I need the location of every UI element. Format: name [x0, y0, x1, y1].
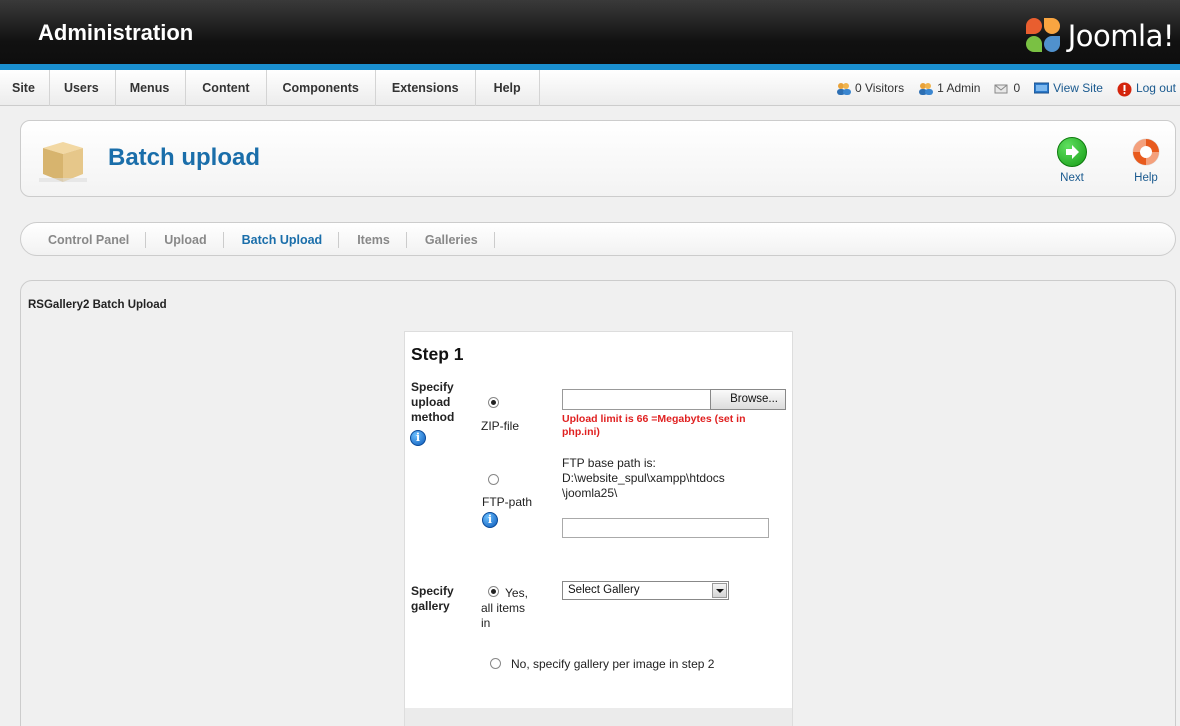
menu-content[interactable]: Content	[186, 70, 267, 106]
tab-control-panel[interactable]: Control Panel	[39, 232, 147, 248]
admins-status: 1 Admin	[918, 81, 980, 95]
messages-count: 0	[1013, 81, 1021, 95]
browse-button[interactable]: Browse...	[710, 389, 786, 410]
next-label: Next	[1060, 172, 1084, 184]
menu-users[interactable]: Users	[50, 70, 116, 106]
joomla-mark-icon	[1024, 16, 1064, 56]
ftp-path-info-icon[interactable]: i	[482, 512, 498, 528]
next-arrow-icon	[1057, 137, 1087, 167]
tab-upload[interactable]: Upload	[155, 232, 224, 248]
toolbar-panel: Batch upload Next Help	[20, 120, 1176, 197]
status-bar: 0 Visitors 1 Admin 0 View Site Log out	[826, 70, 1176, 106]
gallery-yes-label: Yes, all items in	[481, 586, 528, 630]
help-button[interactable]: Help	[1119, 137, 1173, 184]
messages-status[interactable]: 0	[994, 81, 1020, 95]
help-label: Help	[1134, 172, 1158, 184]
view-site-link[interactable]: View Site	[1033, 81, 1103, 95]
menu-extensions[interactable]: Extensions	[376, 70, 476, 106]
gallery-per-image-radio[interactable]	[490, 658, 501, 669]
upload-method-label: Specify upload method	[411, 380, 455, 424]
menu-components[interactable]: Components	[267, 70, 376, 106]
header-title: Administration	[38, 20, 194, 45]
zip-file-label: ZIP-file	[481, 419, 520, 433]
page-title: Batch upload	[108, 144, 261, 171]
tab-items[interactable]: Items	[348, 232, 407, 248]
gallery-per-image-label: No, specify gallery per image in step 2	[511, 657, 715, 671]
monitor-icon	[1033, 82, 1050, 95]
content-heading: RSGallery2 Batch Upload	[28, 299, 167, 311]
subnav-panel: Control Panel Upload Batch Upload Items …	[20, 222, 1176, 256]
zip-file-input[interactable]	[562, 389, 711, 410]
menu-site[interactable]: Site	[0, 70, 50, 106]
step-footer	[405, 708, 792, 726]
main-menu: Site Users Menus Content Components Exte…	[0, 70, 540, 106]
visitors-status: 0 Visitors	[836, 81, 904, 95]
admin-header: Administration Joomla!	[0, 0, 1180, 70]
tab-galleries[interactable]: Galleries	[416, 232, 495, 248]
upload-limit-warning: Upload limit is 66 =Megabytes (set in ph…	[562, 413, 746, 438]
power-icon	[1117, 82, 1132, 96]
menu-bar: Site Users Menus Content Components Exte…	[0, 70, 1180, 106]
users-icon	[836, 82, 851, 95]
subnav-items: Control Panel Upload Batch Upload Items …	[39, 223, 504, 257]
menu-menus[interactable]: Menus	[116, 70, 187, 106]
visitors-count: 0 Visitors	[854, 81, 905, 95]
admins-count: 1 Admin	[937, 81, 981, 95]
menu-help[interactable]: Help	[476, 70, 540, 106]
ftp-path-label: FTP-path	[482, 495, 533, 509]
joomla-logo[interactable]: Joomla!	[1024, 16, 1175, 56]
ftp-path-input[interactable]	[562, 518, 769, 538]
zip-file-radio[interactable]	[488, 397, 499, 408]
message-icon	[994, 82, 1009, 95]
admin-users-icon	[918, 82, 934, 95]
box-icon	[37, 134, 89, 186]
tab-batch-upload[interactable]: Batch Upload	[233, 232, 340, 248]
next-button[interactable]: Next	[1045, 137, 1099, 184]
step-title: Step 1	[411, 344, 464, 364]
logout-link[interactable]: Log out	[1117, 81, 1176, 96]
ftp-base-path: FTP base path is: D:\website_spul\xampp\…	[562, 456, 725, 500]
ftp-path-radio[interactable]	[488, 474, 499, 485]
joomla-wordmark: Joomla!	[1067, 19, 1175, 53]
gallery-select-value: Select Gallery	[568, 584, 640, 596]
lifebuoy-icon	[1131, 137, 1161, 167]
step-one-panel: Step 1 Specify upload method i ZIP-file …	[404, 331, 793, 726]
specify-gallery-label: Specify gallery	[411, 584, 454, 613]
chevron-down-icon	[712, 583, 727, 598]
upload-method-info-icon[interactable]: i	[410, 430, 426, 446]
gallery-select[interactable]: Select Gallery	[562, 581, 729, 600]
view-site-label: View Site	[1053, 81, 1103, 95]
logout-label: Log out	[1135, 81, 1176, 95]
